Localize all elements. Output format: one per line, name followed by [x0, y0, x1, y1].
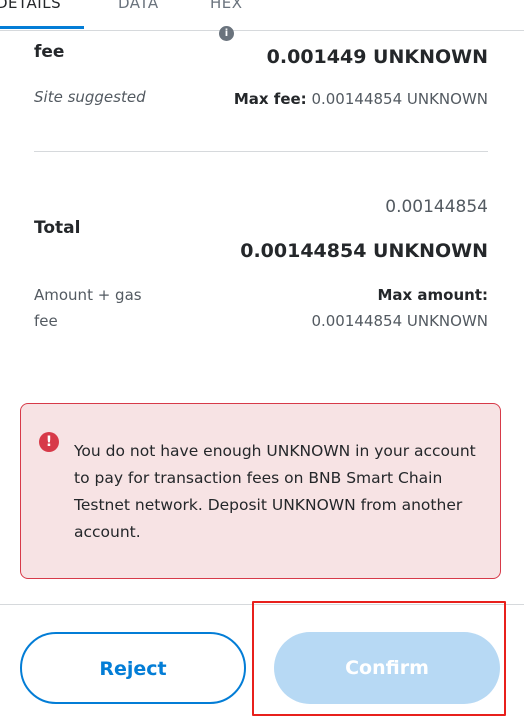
reject-button[interactable]: Reject [20, 632, 246, 704]
max-fee-value: 0.00144854 UNKNOWN [311, 90, 488, 108]
max-fee-label: Max fee: [233, 90, 307, 108]
tab-data[interactable]: DATA [118, 0, 159, 12]
max-amount-value: 0.00144854 UNKNOWN [311, 312, 488, 330]
confirm-highlight-box [252, 601, 506, 716]
error-icon: ! [39, 432, 59, 452]
total-small-value: 0.00144854 [385, 197, 488, 217]
amount-gas-label-cont: fee [34, 312, 58, 330]
error-message: You do not have enough UNKNOWN in your a… [74, 442, 476, 541]
max-fee-line: Max fee: 0.00144854 UNKNOWN [234, 90, 488, 108]
total-label: Total [34, 218, 81, 238]
gas-fee-value: 0.001449 UNKNOWN [266, 46, 488, 68]
active-tab-indicator [0, 26, 84, 29]
info-icon[interactable]: i [219, 26, 234, 41]
tab-details[interactable]: DETAILS [0, 0, 61, 12]
site-suggested-link[interactable]: Site suggested [34, 88, 146, 106]
max-amount-label: Max amount: [377, 286, 488, 304]
insufficient-funds-error: ! You do not have enough UNKNOWN in your… [20, 403, 501, 579]
total-value: 0.00144854 UNKNOWN [240, 240, 488, 262]
tab-bar: DETAILS DATA HEX [0, 0, 524, 31]
amount-gas-label: Amount + gas [34, 286, 142, 304]
tab-hex[interactable]: HEX [210, 0, 243, 12]
gas-fee-label: fee [34, 42, 65, 62]
section-divider [34, 151, 488, 152]
